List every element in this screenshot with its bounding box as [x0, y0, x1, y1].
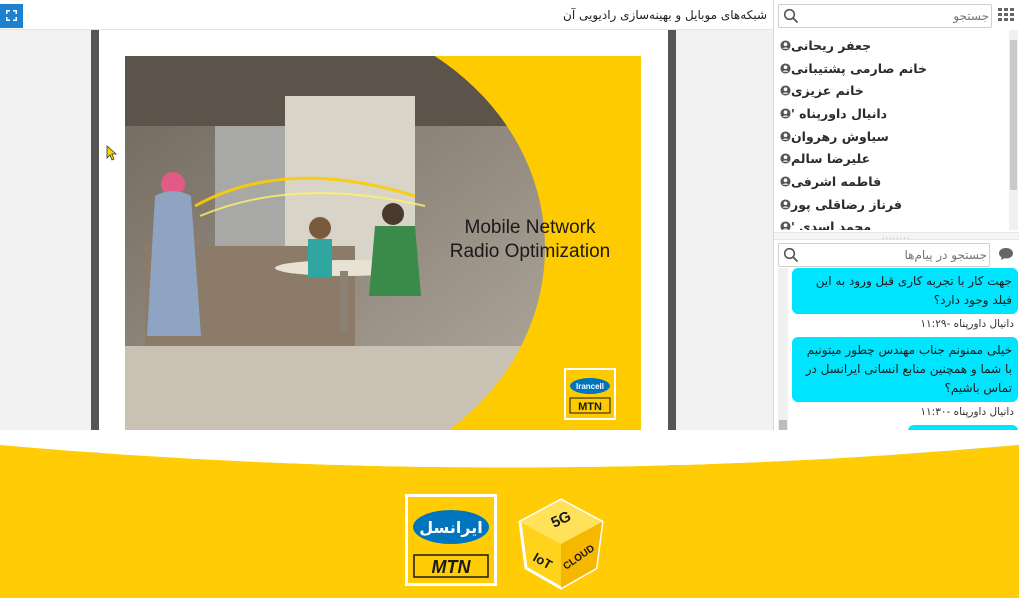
slide: Mobile Network Radio Optimization Irance… — [125, 56, 641, 441]
user-icon — [780, 62, 791, 74]
document-title: شبکه‌های موبایل و بهینه‌سازی رادیویی آن — [563, 8, 767, 22]
user-icon — [780, 221, 791, 230]
side-panel: جعفر ریحانی خانم صارمی پشتیبانی خانم عزیزی… — [773, 0, 1019, 470]
users-scrollbar-thumb[interactable] — [1010, 40, 1017, 190]
slide-logo-bottom: MTN — [578, 401, 602, 413]
user-list-item[interactable]: سیاوش رهروان — [778, 125, 1004, 148]
slide-title-line1: Mobile Network — [464, 217, 596, 238]
chat-message-sender: دانیال داورپناه -۱۱:۲۹ — [920, 318, 1014, 330]
user-list-item[interactable]: جعفر ریحانی — [778, 34, 1004, 57]
user-icon — [780, 153, 791, 164]
user-name: جعفر ریحانی — [791, 37, 872, 53]
user-name: خانم صارمی پشتیبانی — [791, 60, 928, 76]
user-name: خانم عزیزی — [791, 83, 864, 99]
presentation-header: شبکه‌های موبایل و بهینه‌سازی رادیویی آن — [0, 0, 773, 30]
chat-bubble-icon[interactable] — [998, 247, 1014, 261]
user-search-input[interactable] — [805, 7, 989, 25]
fullscreen-icon — [6, 10, 17, 21]
user-list-item[interactable]: دانیال داورپناه ' — [778, 102, 1004, 125]
app-root: شبکه‌های موبایل و بهینه‌سازی رادیویی آن — [0, 0, 1019, 598]
users-grid-icon[interactable] — [998, 8, 1014, 22]
user-name: محمد اسدی ' — [791, 219, 872, 230]
user-list-item[interactable]: فاطمه اشرفی — [778, 170, 1004, 193]
user-icon — [780, 176, 791, 187]
user-icon — [780, 199, 791, 210]
slide-title: Mobile Network Radio Optimization — [415, 216, 641, 264]
slide-logo-top: Irancell — [576, 382, 604, 391]
mouse-cursor-icon — [106, 145, 118, 161]
user-name: دانیال داورپناه ' — [791, 105, 888, 121]
user-name: فرناز رضاقلی پور — [791, 196, 902, 212]
fullscreen-button[interactable] — [0, 4, 23, 28]
user-name: سیاوش رهروان — [791, 128, 889, 144]
user-name: فاطمه اشرفی — [791, 173, 882, 189]
irancell-text: ایرانسل — [419, 518, 483, 537]
chat-message-bubble: خیلی ممنونم جناب مهندس چطور میتونیم با ش… — [792, 337, 1018, 402]
iot-cloud-5g-logo: 5G IoT CLOUD — [518, 498, 604, 590]
user-icon — [780, 131, 791, 142]
user-list-item[interactable]: خانم صارمی پشتیبانی — [778, 57, 1004, 80]
message-search-input[interactable] — [805, 246, 987, 264]
user-list-item[interactable]: فرناز رضاقلی پور — [778, 193, 1004, 216]
chat-message-bubble: جهت کار با تجربه کاری قبل ورود به این فی… — [792, 268, 1018, 314]
user-icon — [780, 40, 791, 51]
panel-splitter[interactable]: ········ — [774, 232, 1019, 243]
splitter-grip-icon: ········ — [882, 234, 911, 243]
users-list: جعفر ریحانی خانم صارمی پشتیبانی خانم عزیزی… — [778, 34, 1004, 230]
search-icon — [783, 247, 799, 263]
irancell-slide-logo: Irancell MTN — [564, 368, 616, 420]
slide-title-line2: Radio Optimization — [449, 241, 611, 262]
user-name: علیرضا سالم — [791, 151, 871, 167]
user-list-item[interactable]: علیرضا سالم — [778, 147, 1004, 170]
chat-message-sender: دانیال داورپناه -۱۱:۳۰ — [920, 406, 1014, 418]
user-list-item[interactable]: خانم عزیزی — [778, 79, 1004, 102]
user-icon — [780, 108, 791, 119]
brand-banner — [0, 470, 1019, 598]
search-icon — [783, 8, 799, 24]
mtn-text: MTN — [432, 557, 472, 577]
user-search[interactable] — [778, 4, 992, 28]
user-list-item[interactable]: محمد اسدی ' — [778, 216, 1004, 230]
user-icon — [780, 85, 791, 96]
irancell-mtn-logo: ایرانسل MTN — [405, 494, 497, 586]
message-search[interactable] — [778, 243, 990, 267]
users-scrollbar[interactable] — [1009, 30, 1018, 230]
